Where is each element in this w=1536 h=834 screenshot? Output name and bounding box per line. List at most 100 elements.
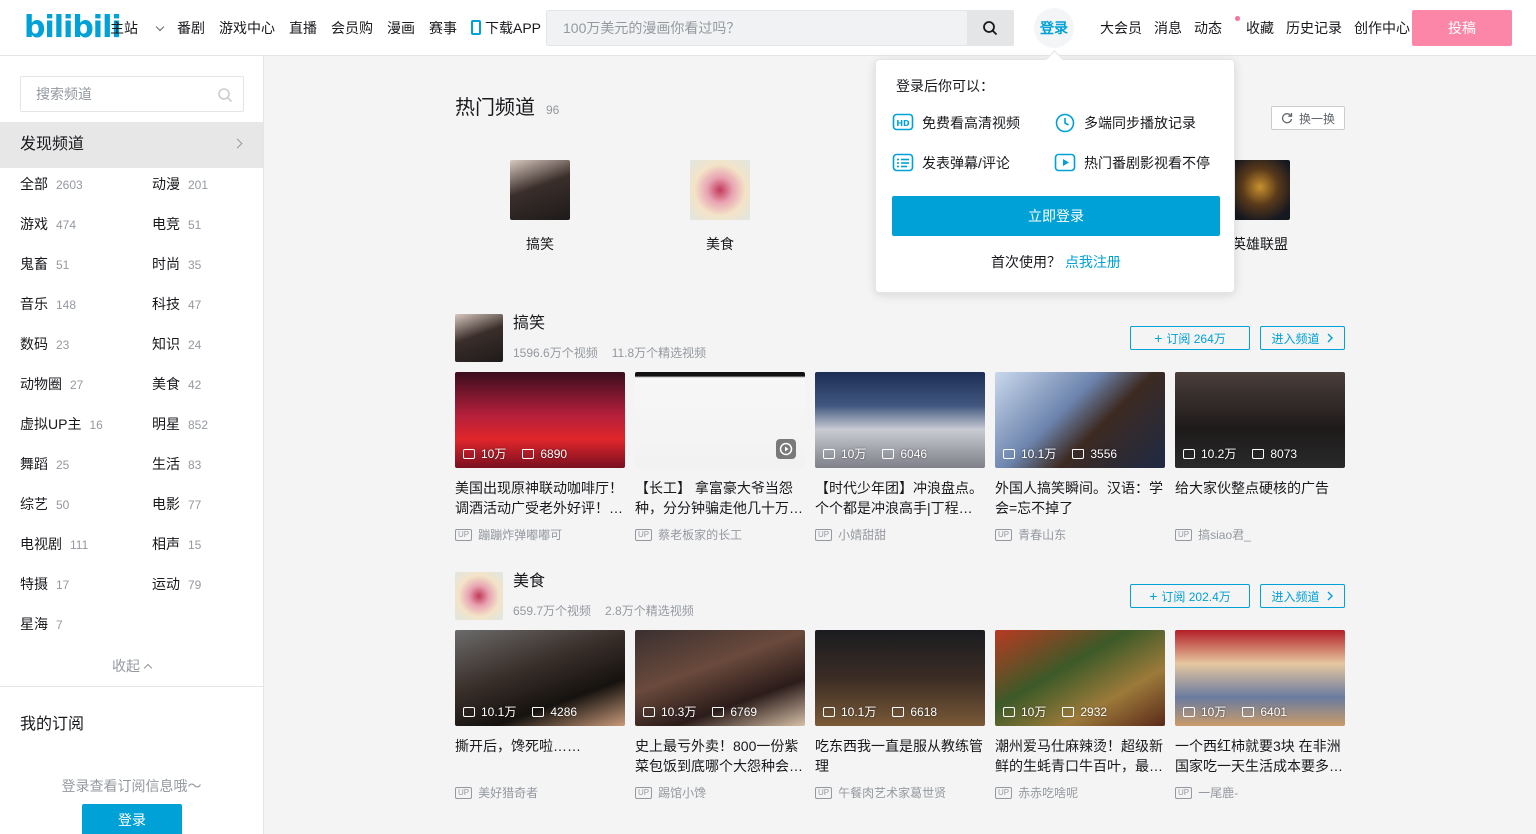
category-item[interactable]: 电影 77 xyxy=(152,492,201,517)
video-thumbnail[interactable]: 10.3万 6769 xyxy=(635,630,805,726)
category-item[interactable]: 全部 2603 xyxy=(20,172,83,197)
video-uploader[interactable]: UP 午餐肉艺术家葛世贤 xyxy=(815,784,985,801)
video-title[interactable]: 史上最亏外卖！800一份紫菜包饭到底哪个大怨种会… xyxy=(635,736,805,776)
login-avatar-button[interactable]: 登录 xyxy=(1034,8,1074,48)
search-icon[interactable] xyxy=(217,87,233,103)
video-card[interactable]: 10万 6890 美国出现原神联动咖啡厅！调酒活动广受老外好评！老外疯狂… UP 蹦蹦炸… xyxy=(455,372,625,543)
video-card[interactable]: 10.1万 6618 吃东西我一直是服从教练管理 UP 午餐肉艺术家葛世贤 xyxy=(815,630,985,801)
hot-channel-card[interactable]: 搞笑 xyxy=(510,160,570,254)
category-item[interactable]: 知识 24 xyxy=(152,332,201,357)
video-card[interactable]: 10万 6401 一个西红柿就要3块 在非洲国家吃一天生活成本要多… UP 一尾鹿- xyxy=(1175,630,1345,801)
category-item[interactable]: 星海 7 xyxy=(20,612,63,637)
hot-channel-card[interactable]: 英雄联盟 xyxy=(1230,160,1290,254)
nav-game-center[interactable]: 游戏中心 xyxy=(219,18,275,38)
video-thumbnail[interactable]: 10万 2932 xyxy=(995,630,1165,726)
category-item[interactable]: 虚拟UP主 16 xyxy=(20,412,103,437)
login-now-button[interactable]: 立即登录 xyxy=(892,196,1220,236)
video-uploader[interactable]: UP 蹦蹦炸弹嘟嘟可 xyxy=(455,526,625,543)
refresh-button[interactable]: 换一换 xyxy=(1271,106,1345,130)
bilibili-logo[interactable]: bilibili xyxy=(24,12,122,44)
category-item[interactable]: 电竞 51 xyxy=(152,212,201,237)
register-link[interactable]: 点我注册 xyxy=(1065,254,1121,270)
video-thumbnail[interactable]: 10.2万 8073 xyxy=(1175,372,1345,468)
category-item[interactable]: 音乐 148 xyxy=(20,292,76,317)
category-item[interactable]: 明星 852 xyxy=(152,412,208,437)
nav-shop[interactable]: 会员购 xyxy=(331,18,373,38)
video-card[interactable]: 10万 6046 【时代少年团】冲浪盘点。个个都是冲浪高手|丁程… UP 小婧甜甜 xyxy=(815,372,985,543)
video-uploader[interactable]: UP 一尾鹿- xyxy=(1175,784,1345,801)
sidebar-login-button[interactable]: 登录 xyxy=(82,804,182,834)
nav-creator-center[interactable]: 创作中心 xyxy=(1354,18,1410,38)
category-item[interactable]: 科技 47 xyxy=(152,292,201,317)
video-title[interactable]: 外国人搞笑瞬间。汉语：学会=忘不掉了 xyxy=(995,478,1165,518)
category-item[interactable]: 时尚 35 xyxy=(152,252,201,277)
video-thumbnail[interactable] xyxy=(635,372,805,468)
video-thumbnail[interactable]: 10万 6401 xyxy=(1175,630,1345,726)
video-uploader[interactable]: UP 美好猎奇者 xyxy=(455,784,625,801)
nav-favorites[interactable]: 收藏 xyxy=(1246,18,1274,38)
video-uploader[interactable]: UP 搞siao君_ xyxy=(1175,526,1345,543)
category-item[interactable]: 美食 42 xyxy=(152,372,201,397)
category-item[interactable]: 综艺 50 xyxy=(20,492,69,517)
nav-anime[interactable]: 番剧 xyxy=(177,18,205,38)
video-card[interactable]: 10.1万 3556 外国人搞笑瞬间。汉语：学会=忘不掉了 UP 青春山东 xyxy=(995,372,1165,543)
video-thumbnail[interactable]: 10.1万 4286 xyxy=(455,630,625,726)
subscribe-button[interactable]: + 订阅 202.4万 xyxy=(1130,584,1250,608)
nav-main-site[interactable]: 主站 xyxy=(110,18,165,38)
category-item[interactable]: 动漫 201 xyxy=(152,172,208,197)
video-title[interactable]: 吃东西我一直是服从教练管理 xyxy=(815,736,985,776)
video-thumbnail[interactable]: 10万 6046 xyxy=(815,372,985,468)
video-title[interactable]: 一个西红柿就要3块 在非洲国家吃一天生活成本要多… xyxy=(1175,736,1345,776)
category-item[interactable]: 运动 79 xyxy=(152,572,201,597)
video-title[interactable]: 撕开后，馋死啦…… xyxy=(455,736,625,776)
video-card[interactable]: 10.2万 8073 给大家伙整点硬核的广告 UP 搞siao君_ xyxy=(1175,372,1345,543)
nav-esports[interactable]: 赛事 xyxy=(429,18,457,38)
video-thumbnail[interactable]: 10.1万 3556 xyxy=(995,372,1165,468)
video-title[interactable]: 潮州爱马仕麻辣烫！超级新鲜的生蚝青口牛百叶，最… xyxy=(995,736,1165,776)
video-uploader[interactable]: UP 青春山东 xyxy=(995,526,1165,543)
channel-search-input[interactable] xyxy=(21,77,211,111)
discover-channels[interactable]: 发现频道 xyxy=(0,122,263,168)
video-uploader[interactable]: UP 蔡老板家的长工 xyxy=(635,526,805,543)
enter-channel-button[interactable]: 进入频道 xyxy=(1260,326,1345,350)
channel-name[interactable]: 搞笑 xyxy=(513,314,545,334)
nav-messages[interactable]: 消息 xyxy=(1154,18,1182,38)
hot-channel-card[interactable]: 美食 xyxy=(690,160,750,254)
enter-channel-button[interactable]: 进入频道 xyxy=(1260,584,1345,608)
video-card[interactable]: 10万 2932 潮州爱马仕麻辣烫！超级新鲜的生蚝青口牛百叶，最… UP 赤赤吃啥呢 xyxy=(995,630,1165,801)
category-item[interactable]: 动物圈 27 xyxy=(20,372,83,397)
video-thumbnail[interactable]: 10万 6890 xyxy=(455,372,625,468)
category-item[interactable]: 特摄 17 xyxy=(20,572,69,597)
nav-history[interactable]: 历史记录 xyxy=(1286,18,1342,38)
category-item[interactable]: 相声 15 xyxy=(152,532,201,557)
video-card[interactable]: 10.1万 4286 撕开后，馋死啦…… UP 美好猎奇者 xyxy=(455,630,625,801)
category-item[interactable]: 舞蹈 25 xyxy=(20,452,69,477)
search-button[interactable] xyxy=(967,11,1013,45)
nav-live[interactable]: 直播 xyxy=(289,18,317,38)
category-item[interactable]: 游戏 474 xyxy=(20,212,76,237)
channel-avatar[interactable] xyxy=(455,572,503,620)
video-uploader[interactable]: UP 赤赤吃啥呢 xyxy=(995,784,1165,801)
category-item[interactable]: 生活 83 xyxy=(152,452,201,477)
video-title[interactable]: 给大家伙整点硬核的广告 xyxy=(1175,478,1345,518)
video-title[interactable]: 美国出现原神联动咖啡厅！调酒活动广受老外好评！老外疯狂… xyxy=(455,478,625,518)
video-title[interactable]: 【时代少年团】冲浪盘点。个个都是冲浪高手|丁程… xyxy=(815,478,985,518)
channel-avatar[interactable] xyxy=(455,314,503,362)
category-item[interactable]: 数码 23 xyxy=(20,332,69,357)
video-title[interactable]: 【长工】 拿富豪大爷当怨种，分分钟骗走他几十万… xyxy=(635,478,805,518)
search-input[interactable] xyxy=(547,11,967,45)
nav-dynamics[interactable]: 动态 xyxy=(1194,16,1240,38)
channel-name[interactable]: 美食 xyxy=(513,572,545,592)
video-thumbnail[interactable]: 10.1万 6618 xyxy=(815,630,985,726)
subscribe-button[interactable]: + 订阅 264万 xyxy=(1130,326,1250,350)
video-uploader[interactable]: UP 踢馆小馋 xyxy=(635,784,805,801)
category-item[interactable]: 电视剧 111 xyxy=(20,532,88,557)
video-card[interactable]: 【长工】 拿富豪大爷当怨种，分分钟骗走他几十万… UP 蔡老板家的长工 xyxy=(635,372,805,543)
collapse-button[interactable]: 收起 xyxy=(0,656,263,676)
nav-vip[interactable]: 大会员 xyxy=(1100,18,1142,38)
video-uploader[interactable]: UP 小婧甜甜 xyxy=(815,526,985,543)
nav-manga[interactable]: 漫画 xyxy=(387,18,415,38)
nav-download-app[interactable]: 下载APP xyxy=(471,18,555,38)
category-item[interactable]: 鬼畜 51 xyxy=(20,252,69,277)
video-card[interactable]: 10.3万 6769 史上最亏外卖！800一份紫菜包饭到底哪个大怨种会… UP 踢馆小馋 xyxy=(635,630,805,801)
